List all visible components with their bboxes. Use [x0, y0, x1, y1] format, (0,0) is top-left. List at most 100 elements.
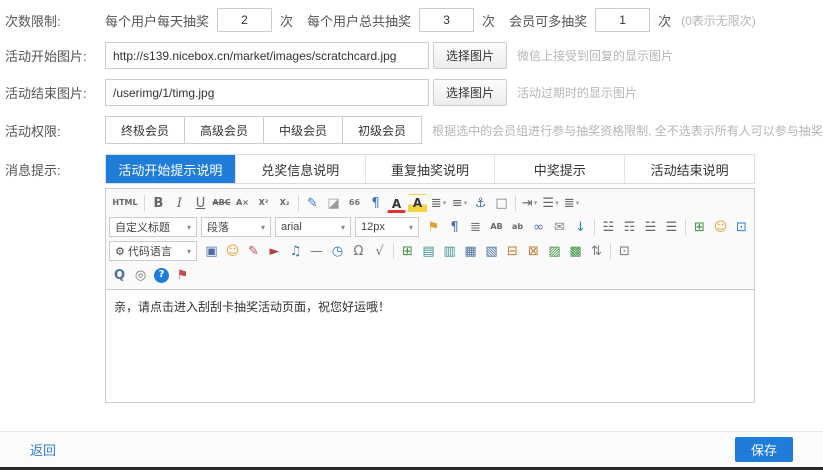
formula-icon[interactable]: √ [370, 242, 389, 261]
editor-content-area[interactable]: 亲，请点击进入刮刮卡抽奖活动页面，祝您好运哦！ [106, 290, 754, 402]
table-bg-icon[interactable]: ▨ [545, 242, 564, 261]
lowercase-icon[interactable]: ab [508, 218, 527, 237]
per-day-label: 每个用户每天抽奖 [105, 11, 209, 30]
paste-icon[interactable]: ↓ [571, 218, 590, 237]
limit-row: 次数限制: 每个用户每天抽奖 次 每个用户总共抽奖 次 会员可多抽奖 次 (0表… [5, 8, 823, 32]
total-input[interactable] [419, 8, 474, 32]
back-button[interactable]: 返回 [30, 440, 56, 459]
editor-toolbar: HTMLBIUABCA×X²X₂✎◪66¶AA≣≡⚓□⇥☰≣ 自定义标题▾段落▾… [106, 189, 754, 290]
horizontal-rule-icon[interactable]: — [307, 242, 326, 261]
per-day-unit: 次 [280, 11, 293, 30]
remove-format-icon[interactable]: A× [233, 194, 252, 213]
eraser-icon[interactable]: ◪ [324, 194, 343, 213]
blockquote-icon[interactable]: 66 [345, 194, 364, 213]
rich-text-editor: HTMLBIUABCA×X²X₂✎◪66¶AA≣≡⚓□⇥☰≣ 自定义标题▾段落▾… [105, 188, 755, 403]
bold-icon[interactable]: B [149, 194, 168, 213]
message-tab-1[interactable]: 兑奖信息说明 [236, 155, 366, 183]
merge-cells-icon[interactable]: ▦ [461, 242, 480, 261]
help-icon[interactable]: ? [154, 268, 169, 283]
insert-frame-icon[interactable]: □ [492, 194, 511, 213]
omega-icon[interactable]: Ω [349, 242, 368, 261]
link-icon[interactable]: ∞ [529, 218, 548, 237]
custom-title-select[interactable]: 自定义标题▾ [109, 217, 197, 237]
sort-table-icon[interactable]: ⇅ [587, 242, 606, 261]
paragraph-rtl-icon[interactable]: ≣ [466, 218, 485, 237]
message-tab-3[interactable]: 中奖提示 [495, 155, 625, 183]
message-tab-2[interactable]: 重复抽奖说明 [366, 155, 496, 183]
music-icon[interactable]: ♫ [286, 242, 305, 261]
message-tab-4[interactable]: 活动结束说明 [625, 155, 754, 183]
highlight-color-icon[interactable]: A [408, 194, 427, 213]
delete-row-icon[interactable]: ⊟ [503, 242, 522, 261]
paragraph-select[interactable]: 段落▾ [201, 217, 271, 237]
toolbar-divider [685, 219, 686, 235]
uppercase-icon[interactable]: AB [487, 218, 506, 237]
video-icon[interactable]: ► [265, 242, 284, 261]
ordered-list-icon[interactable]: ≣ [429, 194, 448, 213]
source-code-icon[interactable]: HTML [110, 194, 140, 213]
align-justify-icon[interactable]: ☰ [662, 218, 681, 237]
superscript-icon[interactable]: X² [254, 194, 273, 213]
underline-icon[interactable]: U [191, 194, 210, 213]
limit-label: 次数限制: [5, 11, 105, 30]
start-image-row: 活动开始图片: 选择图片 微信上接受到回复的显示图片 [5, 42, 823, 69]
anchor-icon[interactable]: ⚓ [471, 194, 490, 213]
indent-icon[interactable]: ⇥ [520, 194, 539, 213]
insert-col-icon[interactable]: ▥ [440, 242, 459, 261]
toolbar-divider [144, 195, 145, 211]
paragraph-mark-icon[interactable]: ¶ [366, 194, 385, 213]
email-icon[interactable]: ✉ [550, 218, 569, 237]
emotion-icon[interactable]: ☺ [223, 242, 242, 261]
table-border-icon[interactable]: ▩ [566, 242, 585, 261]
message-row: 消息提示: 活动开始提示说明兑奖信息说明重复抽奖说明中奖提示活动结束说明 [5, 154, 823, 184]
align-right-icon[interactable]: ☱ [641, 218, 660, 237]
date-icon[interactable]: ◷ [328, 242, 347, 261]
font-family-select[interactable]: arial▾ [275, 217, 351, 237]
format-brush-icon[interactable]: ✎ [303, 194, 322, 213]
start-image-input[interactable] [105, 42, 429, 69]
line-height-icon[interactable]: ☰ [541, 194, 560, 213]
selection-icon[interactable]: ⚑ [424, 218, 443, 237]
member-option-0[interactable]: 终极会员 [105, 116, 185, 144]
toolbar-divider [515, 195, 516, 211]
table-insert-icon[interactable]: ⊞ [398, 242, 417, 261]
search-icon[interactable]: Q [110, 266, 129, 285]
member-option-2[interactable]: 中级会员 [263, 116, 343, 144]
fullscreen-icon[interactable]: ⊡ [732, 218, 751, 237]
insert-table-icon[interactable]: ⊞ [690, 218, 709, 237]
total-unit: 次 [482, 11, 495, 30]
italic-icon[interactable]: I [170, 194, 189, 213]
align-center-icon[interactable]: ☶ [620, 218, 639, 237]
insert-row-icon[interactable]: ▤ [419, 242, 438, 261]
strikethrough-icon[interactable]: ABC [212, 194, 231, 213]
toolbar-divider [393, 243, 394, 259]
font-size-select[interactable]: 12px▾ [355, 217, 419, 237]
toolbar-row-3: ⚙ 代码语言▾ ▣☺✎►♫—◷Ω√ ⊞▤▥▦▧⊟⊠▨▩⇅ ⊡ [109, 239, 751, 263]
smiley-icon[interactable]: ☺ [711, 218, 730, 237]
end-image-input[interactable] [105, 79, 429, 106]
permission-label: 活动权限: [5, 121, 105, 140]
scrawl-icon[interactable]: ✎ [244, 242, 263, 261]
print-icon[interactable]: ⊡ [615, 242, 634, 261]
member-option-1[interactable]: 高级会员 [184, 116, 264, 144]
member-extra-input[interactable] [595, 8, 650, 32]
image-icon[interactable]: ▣ [202, 242, 221, 261]
paragraph-ltr-icon[interactable]: ¶ [445, 218, 464, 237]
align-left-icon[interactable]: ☳ [599, 218, 618, 237]
split-cells-icon[interactable]: ▧ [482, 242, 501, 261]
font-color-icon[interactable]: A [387, 197, 406, 213]
unordered-list-icon[interactable]: ≡ [450, 194, 469, 213]
per-day-input[interactable] [217, 8, 272, 32]
paragraph-format-icon[interactable]: ≣ [562, 194, 581, 213]
find-replace-icon[interactable]: ◎ [131, 266, 150, 285]
member-option-3[interactable]: 初级会员 [342, 116, 422, 144]
start-image-pick-button[interactable]: 选择图片 [433, 42, 507, 69]
template-icon[interactable]: ⚑ [173, 266, 192, 285]
subscript-icon[interactable]: X₂ [275, 194, 294, 213]
message-tab-0[interactable]: 活动开始提示说明 [106, 155, 236, 183]
delete-col-icon[interactable]: ⊠ [524, 242, 543, 261]
save-button[interactable]: 保存 [735, 437, 793, 462]
end-image-pick-button[interactable]: 选择图片 [433, 79, 507, 106]
activity-settings-page: 次数限制: 每个用户每天抽奖 次 每个用户总共抽奖 次 会员可多抽奖 次 (0表… [0, 0, 823, 470]
code-language-select[interactable]: ⚙ 代码语言▾ [109, 241, 197, 261]
